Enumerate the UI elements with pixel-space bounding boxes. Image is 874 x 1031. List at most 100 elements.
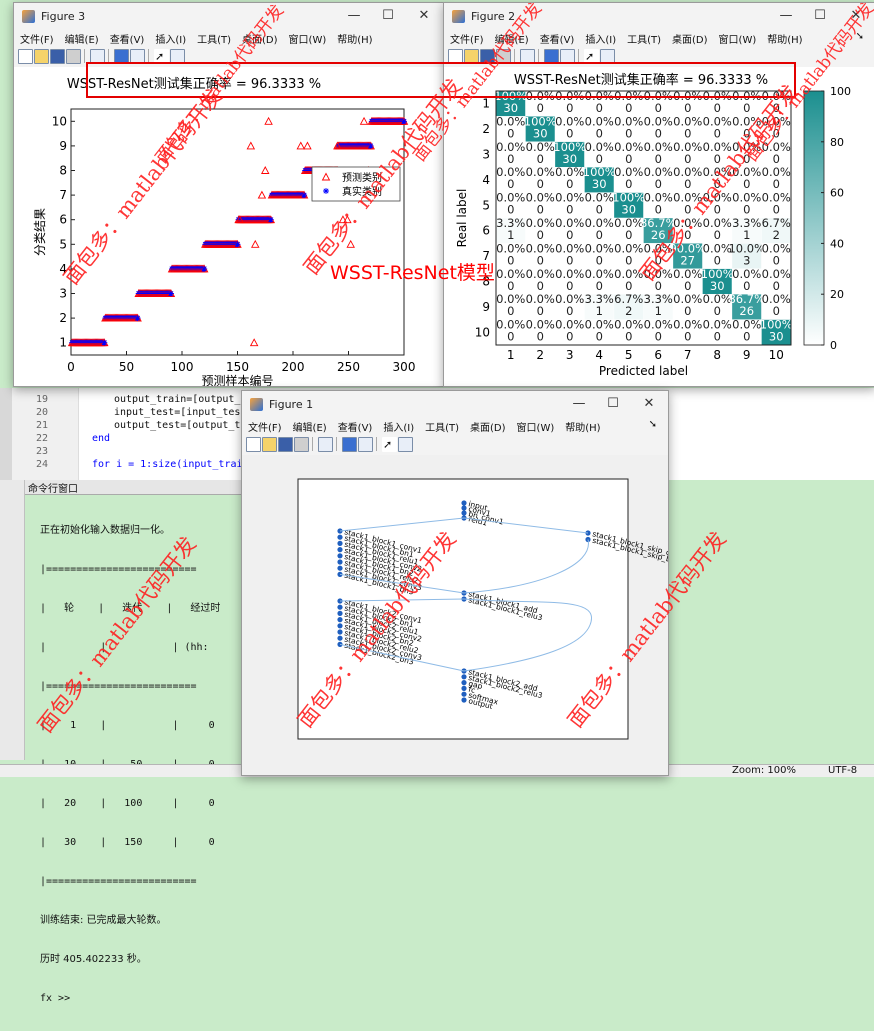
elapsed-line: 历时 405.402233 秒。: [40, 954, 147, 965]
command-prompt[interactable]: fx >>: [40, 992, 246, 1005]
menu-insert[interactable]: 插入(I): [383, 423, 414, 434]
x-axis-label: Predicted label: [599, 364, 688, 378]
menu-view[interactable]: 查看(V): [338, 423, 373, 434]
table-header-2: | | | (hh:: [40, 642, 209, 653]
cell-count-label: 0: [684, 101, 691, 115]
maximize-button[interactable]: ☐: [373, 7, 403, 25]
menu-window[interactable]: 窗口(W): [289, 35, 327, 46]
cell-count-label: 1: [743, 228, 750, 242]
maximize-button[interactable]: ☐: [805, 7, 835, 25]
figure3-titlebar[interactable]: Figure 3 — ☐ ✕: [14, 3, 443, 31]
open-icon[interactable]: [34, 49, 49, 64]
menu-edit[interactable]: 编辑(E): [65, 35, 99, 46]
figure3-title: Figure 3: [41, 10, 86, 23]
menu-file[interactable]: 文件(F): [248, 423, 282, 434]
cell-count-label: 0: [625, 330, 632, 344]
line-number: 21: [36, 420, 49, 431]
menu-view[interactable]: 查看(V): [540, 35, 575, 46]
y-tick-label: 9: [59, 139, 67, 153]
result-line: 训练结束: 已完成最大轮数。: [40, 915, 167, 926]
toolbar-separator: [376, 437, 377, 451]
command-window-header: 命令行窗口: [24, 480, 246, 495]
code-line: input_test=[input_test;: [114, 407, 253, 418]
cell-count-label: 0: [507, 253, 514, 267]
cell-count-label: 30: [710, 279, 725, 293]
menu-help[interactable]: 帮助(H): [565, 423, 600, 434]
cell-count-label: 30: [562, 152, 577, 166]
minimize-button[interactable]: —: [339, 7, 369, 25]
menu-file[interactable]: 文件(F): [450, 35, 484, 46]
data-cursor-icon[interactable]: [398, 437, 413, 452]
cell-count-label: 0: [655, 101, 662, 115]
tile-icon[interactable]: [358, 437, 373, 452]
menu-window[interactable]: 窗口(W): [517, 423, 555, 434]
code-line: output_train=[output_tr: [114, 394, 253, 405]
y-tick-label: 7: [59, 188, 67, 202]
menu-insert[interactable]: 插入(I): [155, 35, 186, 46]
menu-desktop[interactable]: 桌面(D): [470, 423, 506, 434]
x-tick-label: 50: [119, 360, 134, 374]
graph-node: [337, 565, 343, 571]
menu-desktop[interactable]: 桌面(D): [672, 35, 708, 46]
open-icon[interactable]: [262, 437, 277, 452]
menu-help[interactable]: 帮助(H): [767, 35, 802, 46]
graph-node: [337, 629, 343, 635]
cell-count-label: 0: [684, 152, 691, 166]
new-icon[interactable]: [18, 49, 33, 64]
graph-node: [461, 505, 467, 511]
menu-edit[interactable]: 编辑(E): [293, 423, 327, 434]
menu-help[interactable]: 帮助(H): [337, 35, 372, 46]
figure3-canvas: 0 50 100 150 200 250 300 1 2 3 4 5 6 7 8 9 10 WSST-ResNet…: [14, 67, 443, 386]
cell-count-label: 0: [596, 330, 603, 344]
cell-count-label: 1: [596, 304, 603, 318]
graph-node: [337, 559, 343, 565]
close-button[interactable]: ✕: [634, 395, 664, 413]
save-icon[interactable]: [50, 49, 65, 64]
table-row: | 20 | 100 | 0: [40, 798, 215, 809]
pointer-icon[interactable]: ➚: [382, 437, 397, 452]
cell-count-label: 30: [592, 177, 607, 191]
minimize-button[interactable]: —: [564, 395, 594, 413]
graph-node: [337, 623, 343, 629]
close-button[interactable]: ✕: [409, 7, 439, 25]
cell-count-label: 0: [773, 304, 780, 318]
insert-colorbar-icon[interactable]: [342, 437, 357, 452]
editor-left-strip: [0, 388, 12, 480]
toolbar-separator: [538, 49, 539, 63]
graph-node: [461, 691, 467, 697]
cell-count-label: 0: [596, 101, 603, 115]
cell-count-label: 0: [566, 126, 573, 140]
export-icon[interactable]: [318, 437, 333, 452]
y-tick-label: 1: [482, 97, 490, 111]
new-icon[interactable]: [246, 437, 261, 452]
cell-count-label: 0: [537, 330, 544, 344]
cell-count-label: 0: [507, 177, 514, 191]
cell-count-label: 0: [684, 304, 691, 318]
menu-window[interactable]: 窗口(W): [719, 35, 757, 46]
menu-file[interactable]: 文件(F): [20, 35, 54, 46]
y-tick-label: 3: [59, 287, 67, 301]
matlab-logo-icon: [452, 10, 465, 23]
cell-count-label: 0: [537, 177, 544, 191]
menu-view[interactable]: 查看(V): [110, 35, 145, 46]
menu-tools[interactable]: 工具(T): [197, 35, 231, 46]
menu-insert[interactable]: 插入(I): [585, 35, 616, 46]
menu-tools[interactable]: 工具(T): [425, 423, 459, 434]
print-icon[interactable]: [294, 437, 309, 452]
cell-count-label: 30: [503, 101, 518, 115]
cell-count-label: 0: [507, 126, 514, 140]
cell-count-label: 0: [684, 330, 691, 344]
menu-overflow-icon[interactable]: ➘: [649, 419, 657, 430]
true-marker: [234, 241, 241, 248]
menu-tools[interactable]: 工具(T): [627, 35, 661, 46]
figure1-titlebar[interactable]: Figure 1 — ☐ ✕: [242, 391, 668, 419]
print-icon[interactable]: [66, 49, 81, 64]
maximize-button[interactable]: ☐: [598, 395, 628, 413]
minimize-button[interactable]: —: [771, 7, 801, 25]
x-tick-label: 6: [654, 348, 662, 362]
y-tick-label: 2: [59, 311, 67, 325]
line-number: 20: [36, 407, 49, 418]
cell-count-label: 0: [596, 253, 603, 267]
save-icon[interactable]: [278, 437, 293, 452]
cell-count-label: 0: [566, 177, 573, 191]
